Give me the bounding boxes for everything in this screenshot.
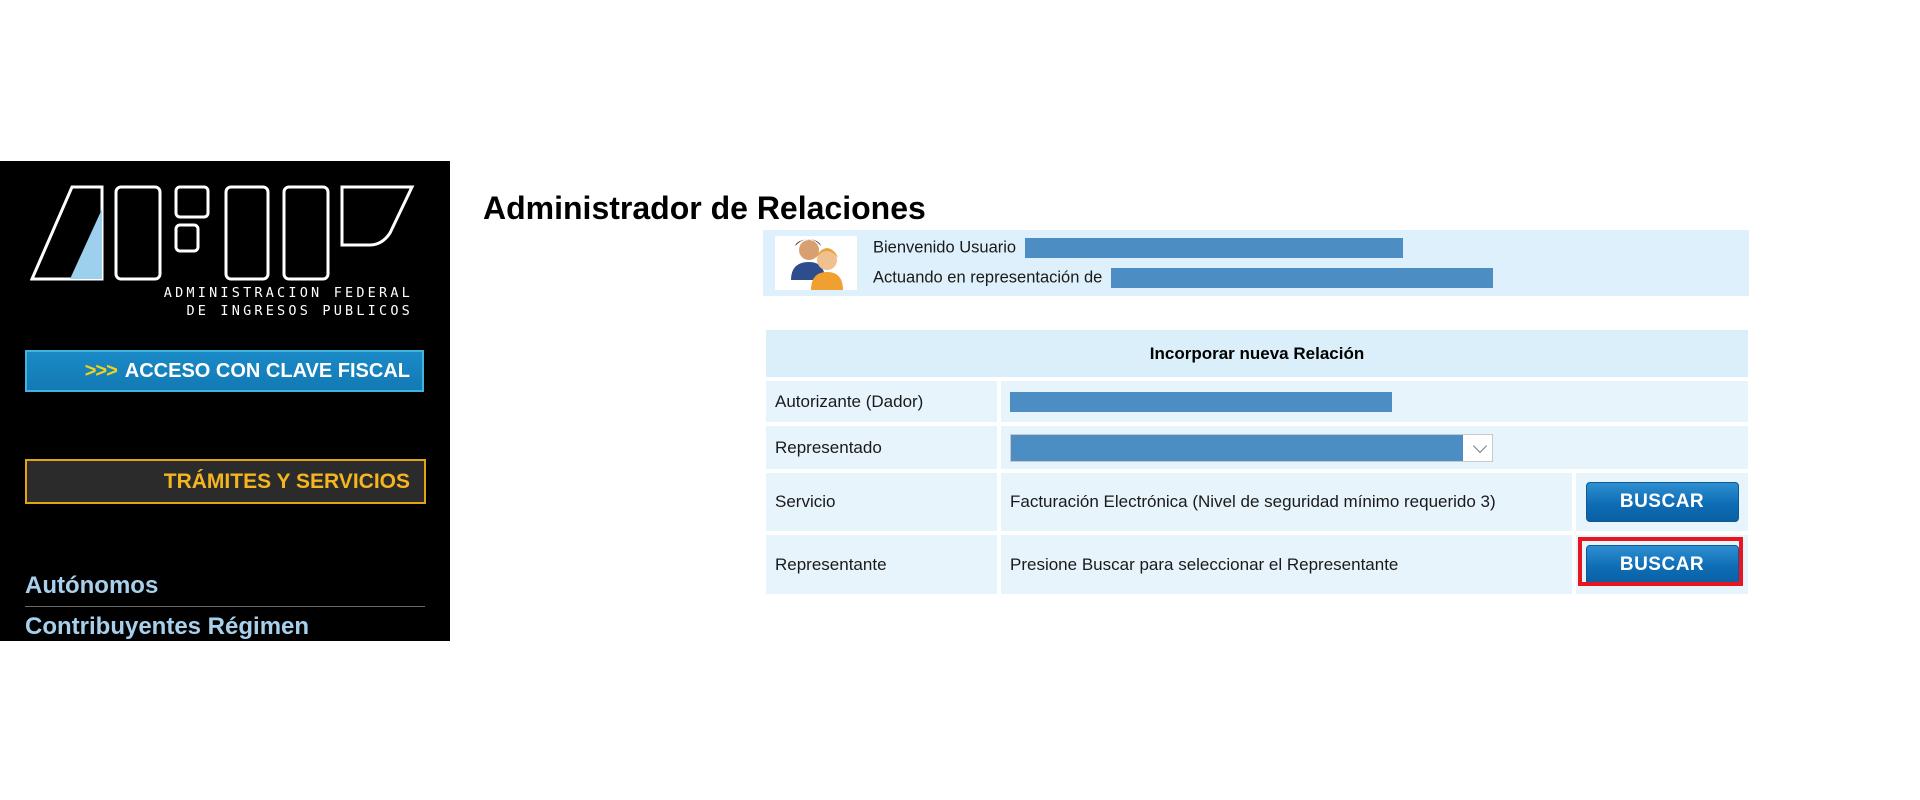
agency-name-line2: DE INGRESOS PUBLICOS bbox=[186, 303, 413, 319]
clave-fiscal-access-button[interactable]: >>> ACCESO CON CLAVE FISCAL bbox=[25, 350, 424, 392]
form-header: Incorporar nueva Relación bbox=[766, 330, 1748, 377]
welcome-user-line: Bienvenido Usuario bbox=[873, 238, 1403, 258]
tramites-button-label: TRÁMITES Y SERVICIOS bbox=[163, 469, 410, 493]
autorizante-value bbox=[1001, 381, 1748, 422]
welcome-user-label: Bienvenido Usuario bbox=[873, 238, 1017, 257]
representado-label: Representado bbox=[766, 426, 997, 469]
access-button-label: ACCESO CON CLAVE FISCAL bbox=[124, 359, 410, 382]
tramites-servicios-button[interactable]: TRÁMITES Y SERVICIOS bbox=[25, 459, 426, 504]
representation-label: Actuando en representación de bbox=[873, 268, 1103, 287]
triple-chevron-icon: >>> bbox=[84, 359, 118, 382]
servicio-label: Servicio bbox=[766, 473, 997, 531]
page-title: Administrador de Relaciones bbox=[483, 190, 926, 226]
buscar-representante-button[interactable]: BUSCAR bbox=[1585, 544, 1739, 585]
representante-button-cell: BUSCAR bbox=[1576, 535, 1748, 594]
sidebar-nav: Autónomos Contribuyentes Régimen bbox=[25, 566, 425, 641]
chevron-down-icon bbox=[1472, 438, 1488, 453]
agency-name-line1: ADMINISTRACION FEDERAL bbox=[163, 285, 413, 301]
sidebar: ADMINISTRACION FEDERAL DE INGRESOS PUBLI… bbox=[0, 161, 450, 641]
representation-line: Actuando en representación de bbox=[873, 268, 1493, 288]
users-avatar-icon bbox=[775, 236, 857, 290]
sidebar-item-contribuyentes[interactable]: Contribuyentes Régimen bbox=[25, 607, 425, 641]
representante-value: Presione Buscar para seleccionar el Repr… bbox=[1001, 535, 1572, 594]
servicio-button-cell: BUSCAR bbox=[1576, 473, 1748, 531]
redacted-representado bbox=[1011, 434, 1463, 461]
representante-label: Representante bbox=[766, 535, 997, 594]
autorizante-label: Autorizante (Dador) bbox=[766, 381, 997, 422]
sidebar-item-autonomos[interactable]: Autónomos bbox=[25, 566, 425, 607]
welcome-banner: Bienvenido Usuario Actuando en represent… bbox=[763, 230, 1749, 296]
representado-value bbox=[1001, 426, 1748, 469]
representado-select[interactable] bbox=[1010, 433, 1493, 462]
buscar-servicio-button[interactable]: BUSCAR bbox=[1585, 482, 1739, 522]
servicio-value: Facturación Electrónica (Nivel de seguri… bbox=[1001, 473, 1572, 531]
afip-logo bbox=[30, 185, 415, 281]
new-relation-form: Incorporar nueva Relación Autorizante (D… bbox=[766, 330, 1748, 594]
redacted-autorizante bbox=[1010, 391, 1392, 412]
redacted-user-name bbox=[1024, 238, 1403, 258]
redacted-represented-name bbox=[1110, 268, 1493, 288]
